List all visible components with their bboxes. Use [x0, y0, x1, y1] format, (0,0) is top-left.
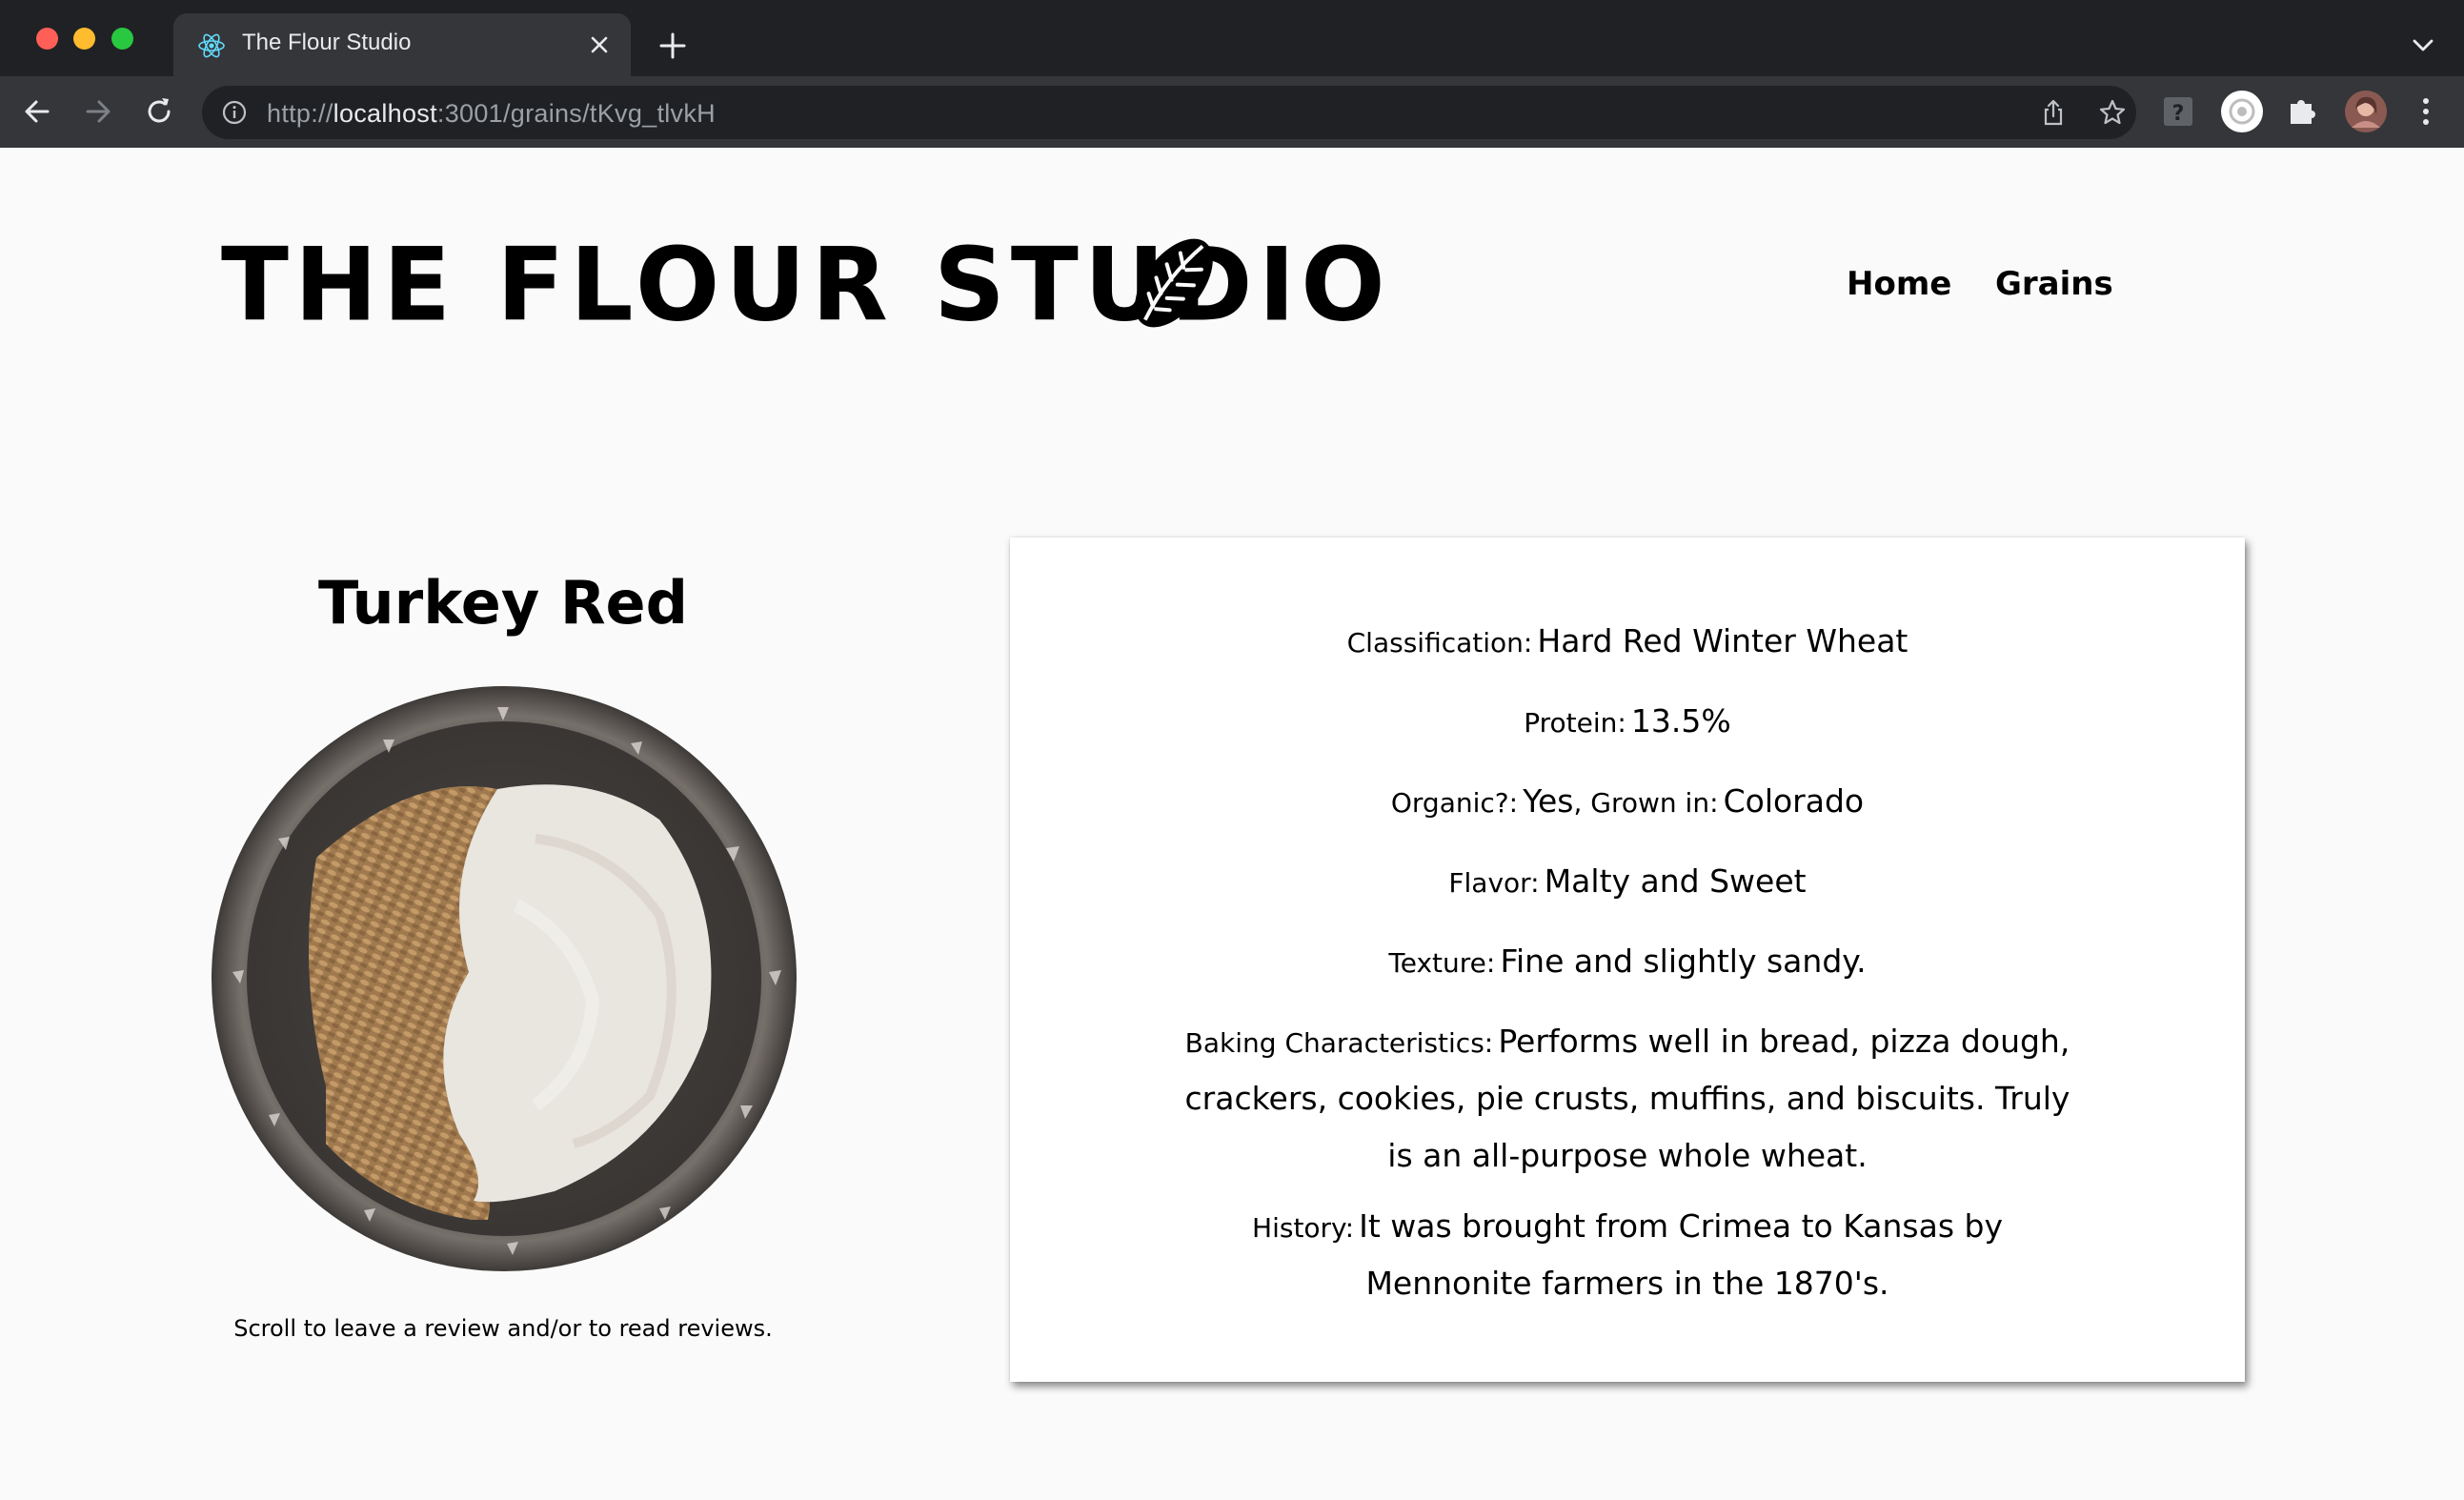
react-icon	[198, 33, 225, 58]
scroll-hint-text: Scroll to leave a review and/or to read …	[233, 1315, 773, 1342]
close-tab-icon[interactable]	[587, 32, 612, 57]
organic-row: Organic?: Yes, Grown in: Colorado	[1182, 776, 2073, 833]
url-path: :3001/grains/tKvg_tlvkH	[436, 99, 716, 128]
grain-title: Turkey Red	[318, 568, 688, 638]
grown-in-value: Colorado	[1723, 782, 1865, 820]
share-icon[interactable]	[2039, 98, 2068, 127]
browser-chrome: The Flour Studio http://localhost:3001/g…	[0, 0, 2464, 148]
classification-label: Classification:	[1346, 627, 1533, 659]
grain-bowl-image	[212, 686, 797, 1271]
wheat-grain-logo-icon	[1135, 238, 1213, 328]
nav-home-link[interactable]: Home	[1847, 265, 1951, 303]
organic-value: Yes	[1523, 782, 1574, 820]
svg-text:?: ?	[2172, 102, 2185, 126]
url-host: localhost	[333, 99, 437, 128]
grain-details-card: Classification: Hard Red Winter Wheat Pr…	[1010, 537, 2245, 1382]
flavor-row: Flavor: Malty and Sweet	[1182, 856, 2073, 913]
texture-value: Fine and slightly sandy.	[1500, 943, 1867, 980]
extension-circle-icon[interactable]	[2220, 90, 2264, 133]
chevron-down-icon[interactable]	[2411, 36, 2435, 55]
nav-grains-link[interactable]: Grains	[1995, 265, 2113, 303]
protein-row: Protein: 13.5%	[1182, 696, 2073, 753]
tab-title: The Flour Studio	[242, 30, 412, 55]
baking-characteristics-label: Baking Characteristics:	[1184, 1027, 1494, 1059]
profile-avatar[interactable]	[2344, 90, 2388, 133]
bookmark-star-icon[interactable]	[2098, 98, 2127, 127]
texture-label: Texture:	[1388, 947, 1496, 979]
url-scheme: http://	[267, 99, 333, 128]
back-arrow-icon[interactable]	[19, 93, 55, 130]
grown-in-label: , Grown in:	[1573, 787, 1719, 819]
browser-toolbar: http://localhost:3001/grains/tKvg_tlvkH …	[0, 76, 2464, 148]
history-row: History: It was brought from Crimea to K…	[1182, 1201, 2073, 1315]
history-value: It was brought from Crimea to Kansas by …	[1359, 1207, 2003, 1302]
puzzle-extensions-icon[interactable]	[2283, 92, 2321, 131]
close-window-button[interactable]	[36, 28, 58, 50]
tab-strip: The Flour Studio	[0, 0, 2464, 76]
reload-icon[interactable]	[141, 93, 177, 130]
help-extension-icon[interactable]: ?	[2159, 92, 2197, 131]
baking-characteristics-row: Baking Characteristics: Performs well in…	[1182, 1016, 2073, 1187]
forward-arrow-icon[interactable]	[80, 93, 116, 130]
address-bar[interactable]: http://localhost:3001/grains/tKvg_tlvkH	[202, 86, 2136, 139]
classification-value: Hard Red Winter Wheat	[1537, 622, 1909, 659]
protein-label: Protein:	[1524, 707, 1626, 739]
new-tab-icon[interactable]	[657, 30, 688, 61]
more-menu-icon[interactable]	[2407, 92, 2445, 131]
flavor-label: Flavor:	[1448, 867, 1540, 899]
organic-label: Organic?:	[1390, 787, 1519, 819]
maximize-window-button[interactable]	[111, 28, 133, 50]
texture-row: Texture: Fine and slightly sandy.	[1182, 936, 2073, 993]
url-text[interactable]: http://localhost:3001/grains/tKvg_tlvkH	[267, 99, 716, 129]
info-icon[interactable]	[221, 99, 248, 126]
classification-row: Classification: Hard Red Winter Wheat	[1182, 616, 2073, 673]
minimize-window-button[interactable]	[73, 28, 95, 50]
protein-value: 13.5%	[1630, 702, 1731, 740]
history-label: History:	[1252, 1212, 1355, 1244]
flavor-value: Malty and Sweet	[1544, 862, 1807, 900]
browser-tab[interactable]: The Flour Studio	[173, 13, 631, 76]
